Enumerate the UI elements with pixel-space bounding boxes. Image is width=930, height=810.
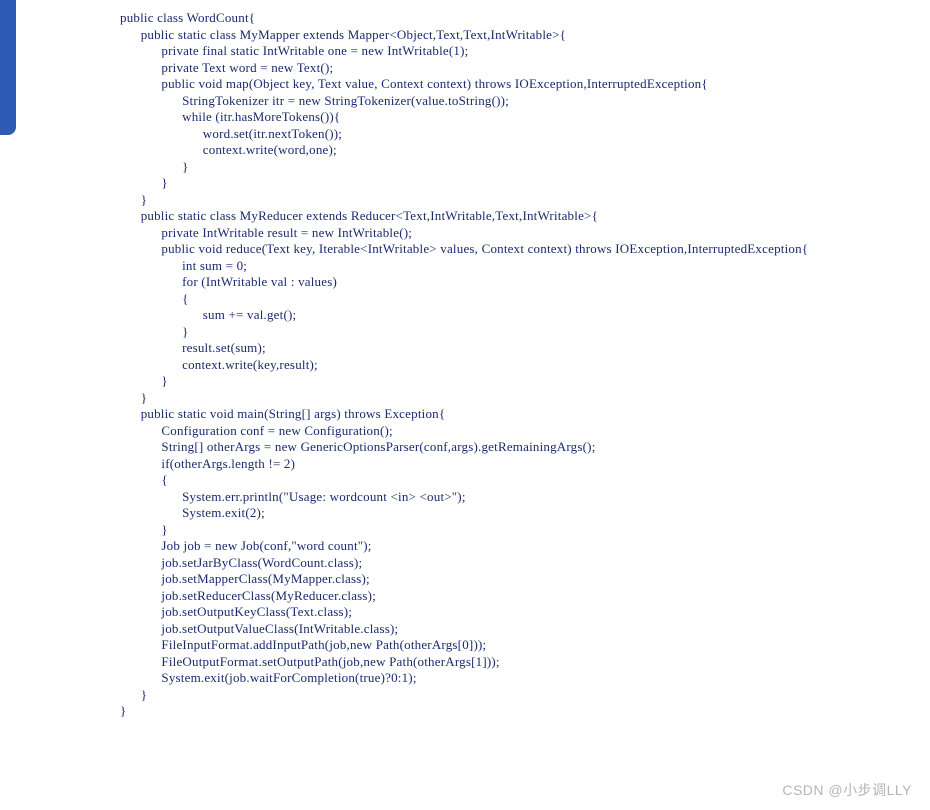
code-block: public class WordCount{ public static cl… [120,10,808,720]
side-ribbon [0,0,16,135]
watermark: CSDN @小步调LLY [782,780,912,800]
